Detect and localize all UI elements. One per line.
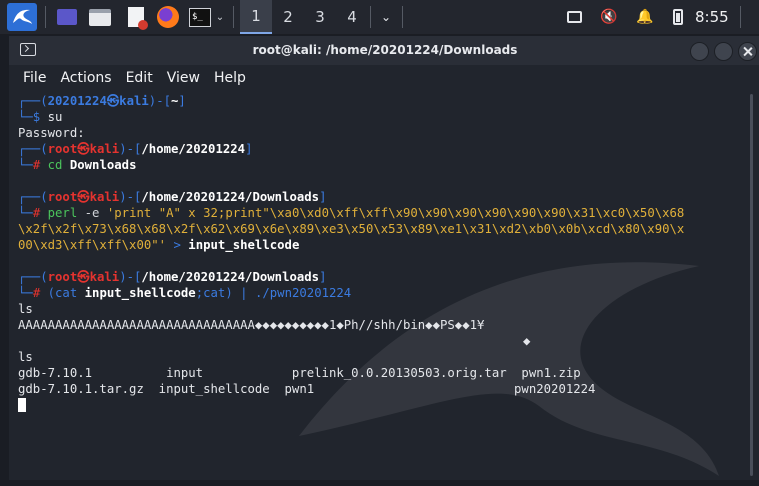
typed-input: ls bbox=[18, 350, 33, 364]
menu-view[interactable]: View bbox=[167, 70, 200, 86]
panel-clock[interactable]: 8:55 bbox=[695, 0, 729, 34]
volume-muted-icon[interactable]: 🔇 bbox=[598, 0, 620, 34]
prompt-line: ┌──(root㉿kali)-[/home/20201224/Downloads… bbox=[18, 190, 327, 204]
workspace-2[interactable]: 2 bbox=[272, 0, 304, 34]
scrollbar[interactable] bbox=[750, 94, 753, 476]
command-line: └─# perl -e 'print "A" x 32;print"\xa0\x… bbox=[18, 206, 685, 220]
prompt-line: ┌──(root㉿kali)-[/home/20201224/Downloads… bbox=[18, 270, 327, 284]
file-manager-icon[interactable] bbox=[88, 4, 112, 30]
terminal-output[interactable]: ┌──(20201224㉿kali)-[~] └─$ su Password: … bbox=[9, 93, 747, 480]
menu-file[interactable]: File bbox=[23, 70, 46, 86]
notification-bell-icon[interactable]: 🔔 bbox=[634, 0, 656, 34]
window-title: root@kali: /home/20201224/Downloads bbox=[252, 43, 518, 57]
panel-separator bbox=[402, 6, 403, 28]
command-line: └─# cd Downloads bbox=[18, 158, 137, 172]
command-line: └─$ su bbox=[18, 110, 63, 124]
panel-separator bbox=[233, 6, 234, 28]
menu-bar: File Actions Edit View Help bbox=[9, 65, 759, 91]
program-output: AAAAAAAAAAAAAAAAAAAAAAAAAAAAAAAA◆◆◆◆◆◆◆◆… bbox=[18, 318, 485, 332]
typed-input: ls bbox=[18, 302, 33, 316]
command-line-cont: 00\xd3\xff\xff\x00"' > input_shellcode bbox=[18, 238, 300, 252]
terminal-window: root@kali: /home/20201224/Downloads File… bbox=[9, 36, 759, 480]
prompt-line: ┌──(20201224㉿kali)-[~] bbox=[18, 94, 186, 108]
text-editor-icon[interactable] bbox=[124, 4, 148, 30]
panel-separator bbox=[370, 6, 371, 28]
menu-help[interactable]: Help bbox=[214, 70, 246, 86]
battery-icon[interactable] bbox=[667, 0, 689, 34]
window-titlebar[interactable]: root@kali: /home/20201224/Downloads bbox=[9, 36, 759, 65]
command-line: └─# (cat input_shellcode;cat) | ./pwn202… bbox=[18, 286, 352, 300]
menu-edit[interactable]: Edit bbox=[126, 70, 153, 86]
chevron-down-icon[interactable]: ⌄ bbox=[376, 0, 396, 34]
prompt-line: ┌──(root㉿kali)-[/home/20201224] bbox=[18, 142, 253, 156]
panel-separator bbox=[740, 6, 741, 28]
window-switcher-icon[interactable] bbox=[563, 0, 585, 34]
kali-menu-icon[interactable] bbox=[7, 3, 37, 31]
chevron-down-icon[interactable]: ⌄ bbox=[214, 4, 226, 30]
panel-separator bbox=[45, 6, 46, 28]
terminal-icon[interactable]: $_ bbox=[188, 4, 212, 30]
password-prompt: Password: bbox=[18, 126, 85, 140]
ls-output-row: gdb-7.10.1.tar.gz input_shellcode pwn1 p… bbox=[18, 382, 596, 396]
workspace-3[interactable]: 3 bbox=[304, 0, 336, 34]
workspace-4[interactable]: 4 bbox=[336, 0, 368, 34]
workspace-1[interactable]: 1 bbox=[240, 0, 272, 34]
desktop-icon[interactable] bbox=[55, 4, 79, 30]
minimize-button[interactable] bbox=[690, 42, 709, 61]
close-button[interactable] bbox=[738, 42, 757, 61]
maximize-button[interactable] bbox=[714, 42, 733, 61]
menu-actions[interactable]: Actions bbox=[60, 70, 111, 86]
ls-output-row: gdb-7.10.1 input prelink_0.0.20130503.or… bbox=[18, 366, 581, 380]
text-cursor bbox=[18, 398, 26, 412]
top-panel: $_ ⌄ 1 2 3 4 ⌄ 🔇 🔔 8:55 bbox=[0, 0, 759, 35]
firefox-icon[interactable] bbox=[156, 4, 180, 30]
command-line-cont: \x2f\x2f\x73\x68\x68\x2f\x62\x69\x6e\x89… bbox=[18, 222, 685, 236]
program-output-glyph: ◆ bbox=[523, 334, 531, 348]
